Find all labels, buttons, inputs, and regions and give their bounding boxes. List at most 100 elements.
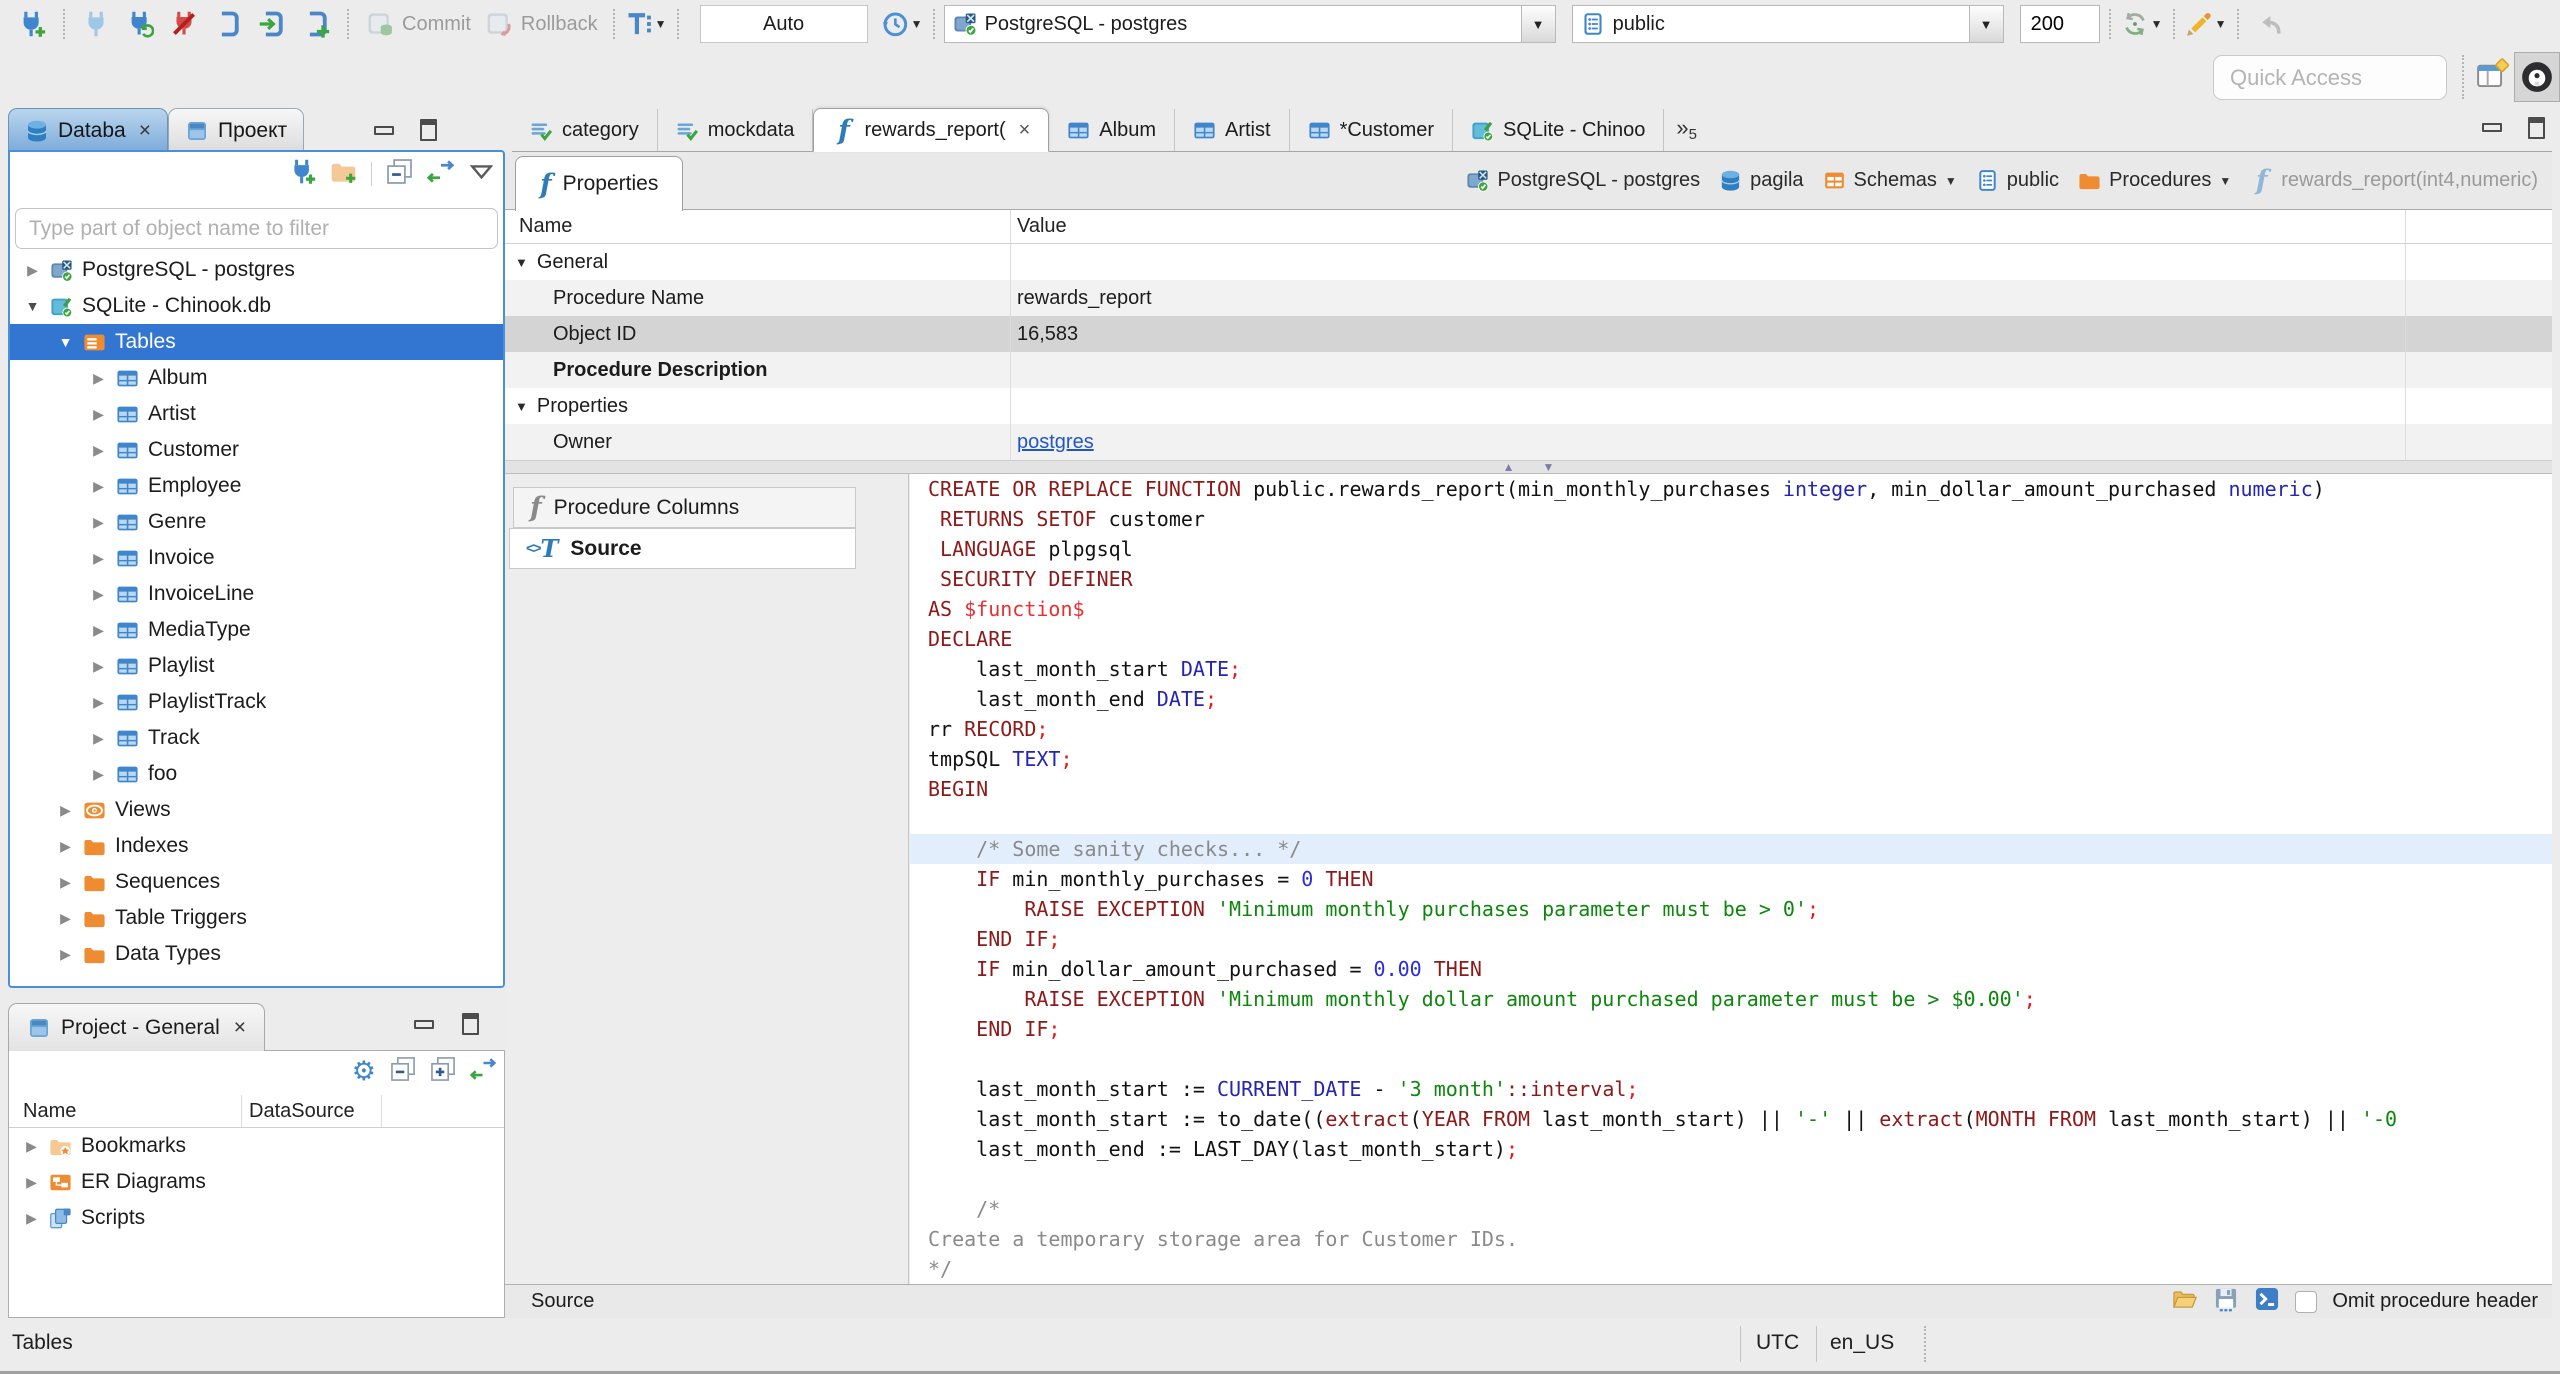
expander-icon[interactable]: ▶ — [90, 622, 107, 639]
expander-icon[interactable]: ▶ — [57, 874, 74, 891]
tree-item-invoiceline[interactable]: ▶ InvoiceLine — [10, 576, 503, 612]
new-folder-button[interactable] — [330, 158, 357, 190]
commit-button[interactable] — [358, 3, 402, 45]
tab-source[interactable]: <> T Source — [509, 528, 856, 569]
breadcrumb-item-postgresql-postgres[interactable]: PostgreSQL - postgres — [1466, 169, 1700, 192]
property-row-object-id[interactable]: Object ID 16,583 — [505, 316, 2552, 352]
tree-item-album[interactable]: ▶ Album — [10, 360, 503, 396]
project-item-bookmarks[interactable]: ▶ Bookmarks — [9, 1128, 504, 1164]
editor-tab-rewards-report[interactable]: f rewards_report(× — [813, 108, 1050, 152]
property-row-general[interactable]: ▼ General — [505, 244, 2552, 280]
tree-item-playlisttrack[interactable]: ▶ PlaylistTrack — [10, 684, 503, 720]
close-icon[interactable]: × — [1019, 120, 1031, 140]
open-perspective-button[interactable] — [2476, 58, 2510, 97]
editor-tab-sqlite-chinoo[interactable]: SQLite - Chinoo — [1453, 109, 1665, 151]
expander-icon[interactable]: ▶ — [57, 838, 74, 855]
open-sql-script-button[interactable] — [250, 3, 294, 45]
tab-project[interactable]: Проект — [167, 108, 305, 152]
source-code-editor[interactable]: CREATE OR REPLACE FUNCTION public.reward… — [910, 474, 2552, 1284]
breadcrumb-item-public[interactable]: public — [1976, 169, 2059, 192]
property-row-owner[interactable]: Owner postgres — [505, 424, 2552, 460]
project-item-er-diagrams[interactable]: ▶ ER Diagrams — [9, 1164, 504, 1200]
minimize-button[interactable] — [368, 116, 400, 144]
tree-item-foo[interactable]: ▶ foo — [10, 756, 503, 792]
link-with-editor-button[interactable] — [427, 158, 454, 190]
expander-icon[interactable]: ▼ — [57, 334, 74, 350]
omit-header-checkbox[interactable] — [2295, 1290, 2318, 1313]
column-divider[interactable] — [1010, 210, 1011, 460]
rollback-button[interactable] — [477, 3, 521, 45]
expander-icon[interactable]: ▶ — [90, 370, 107, 387]
column-divider[interactable] — [381, 1095, 382, 1127]
connection-combo-arrow[interactable]: ▼ — [1520, 6, 1555, 42]
expander-icon[interactable]: ▶ — [90, 658, 107, 675]
tab-overflow-button[interactable]: » 5 — [1664, 117, 1709, 143]
editor-tab-artist[interactable]: Artist — [1175, 109, 1290, 151]
object-filter-input[interactable] — [15, 208, 498, 249]
schema-combo-arrow[interactable]: ▼ — [1968, 6, 2003, 42]
maximize-button[interactable] — [2520, 114, 2552, 142]
project-item-scripts[interactable]: ▶ Scripts — [9, 1200, 504, 1236]
editor-tab-album[interactable]: Album — [1049, 109, 1175, 151]
expander-icon[interactable]: ▶ — [23, 1210, 40, 1227]
tree-item-sequences[interactable]: ▶ Sequences — [10, 864, 503, 900]
new-connection-button[interactable] — [10, 3, 54, 45]
dbeaver-perspective-button[interactable] — [2514, 52, 2560, 102]
new-connection-button[interactable] — [289, 158, 316, 190]
expander-icon[interactable]: ▼ — [24, 298, 41, 314]
load-from-file-button[interactable] — [2172, 1286, 2198, 1318]
expander-icon[interactable]: ▶ — [90, 514, 107, 531]
splitter-sash[interactable]: ▲ ▼ — [505, 460, 2552, 474]
expander-icon[interactable]: ▶ — [57, 910, 74, 927]
sash-up-icon[interactable]: ▲ — [1503, 460, 1515, 474]
editor-tab-category[interactable]: category — [512, 109, 658, 151]
property-row-procedure-description[interactable]: Procedure Description — [505, 352, 2552, 388]
tree-item-artist[interactable]: ▶ Artist — [10, 396, 503, 432]
column-divider[interactable] — [2405, 210, 2406, 460]
breadcrumb-item-procedures[interactable]: Procedures ▼ — [2078, 169, 2231, 192]
property-row-procedure-name[interactable]: Procedure Name rewards_report — [505, 280, 2552, 316]
disconnect-button[interactable] — [162, 3, 206, 45]
save-to-file-button[interactable] — [2213, 1286, 2239, 1318]
new-sql-editor-button[interactable] — [294, 3, 338, 45]
tab-project-general[interactable]: Project - General × — [8, 1003, 265, 1051]
tree-item-invoice[interactable]: ▶ Invoice — [10, 540, 503, 576]
owner-link[interactable]: postgres — [1017, 431, 1094, 454]
maximize-button[interactable] — [412, 116, 444, 144]
breadcrumb-item-rewards-report-int4-numeric[interactable]: f rewards_report(int4,numeric) — [2250, 167, 2538, 194]
tree-item-playlist[interactable]: ▶ Playlist — [10, 648, 503, 684]
tree-item-mediatype[interactable]: ▶ MediaType — [10, 612, 503, 648]
tab-database-navigator[interactable]: Databa × — [8, 108, 168, 152]
tree-item-indexes[interactable]: ▶ Indexes — [10, 828, 503, 864]
link-with-editor-button[interactable] — [470, 1056, 496, 1087]
transaction-mode-button[interactable]: ▼ — [624, 3, 668, 45]
minimize-button[interactable] — [408, 1010, 440, 1038]
close-icon[interactable]: × — [234, 1017, 246, 1038]
tree-item-views[interactable]: ▶ Views — [10, 792, 503, 828]
tab-procedure-columns[interactable]: f Procedure Columns — [513, 487, 856, 528]
status-timezone[interactable]: UTC — [1756, 1331, 1799, 1355]
expander-icon[interactable]: ▶ — [90, 694, 107, 711]
settings-button[interactable]: ⚙ — [352, 1058, 376, 1085]
expander-icon[interactable]: ▶ — [90, 550, 107, 567]
expander-icon[interactable]: ▶ — [23, 1138, 40, 1155]
expander-icon[interactable]: ▶ — [57, 802, 74, 819]
status-locale[interactable]: en_US — [1830, 1331, 1894, 1355]
tree-item-table-triggers[interactable]: ▶ Table Triggers — [10, 900, 503, 936]
open-console-button[interactable] — [2254, 1286, 2280, 1318]
expander-icon[interactable]: ▶ — [24, 262, 41, 279]
sash-down-icon[interactable]: ▼ — [1543, 460, 1555, 474]
expander-icon[interactable]: ▶ — [90, 478, 107, 495]
tree-item-tables[interactable]: ▼ Tables — [10, 324, 503, 360]
collapse-all-button[interactable] — [386, 158, 413, 190]
breadcrumb-item-schemas[interactable]: Schemas ▼ — [1823, 169, 1957, 192]
tree-item-customer[interactable]: ▶ Customer — [10, 432, 503, 468]
expander-icon[interactable]: ▶ — [90, 442, 107, 459]
expander-icon[interactable]: ▶ — [90, 730, 107, 747]
commit-mode-select[interactable]: Auto — [699, 5, 868, 43]
quick-access-input[interactable] — [2213, 55, 2447, 100]
expander-icon[interactable]: ▶ — [57, 946, 74, 963]
tree-item-postgresql-postgres[interactable]: ▶ PostgreSQL - postgres — [10, 252, 503, 288]
editor-tab-customer[interactable]: *Customer — [1290, 109, 1454, 151]
expander-icon[interactable]: ▶ — [90, 406, 107, 423]
